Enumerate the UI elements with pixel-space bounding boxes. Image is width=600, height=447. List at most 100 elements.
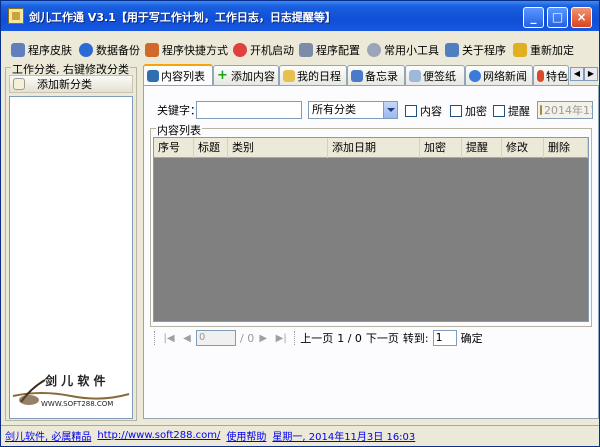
first-page-icon[interactable]: |◀ [160,333,178,344]
help-link[interactable]: 使用帮助 [226,428,266,443]
content-checkbox[interactable]: 内容 [405,103,442,119]
tab-scroll-left-icon[interactable]: ◀ [570,67,584,81]
keyword-input[interactable] [196,101,302,119]
next-page-link[interactable]: 下一页 [366,330,399,346]
next-page-icon[interactable]: ▶ [254,333,272,344]
reload-label: 重新加定 [530,44,574,57]
date-picker[interactable]: 2014年11 [537,101,593,119]
category-select[interactable]: 所有分类 [308,101,398,119]
tab-featured[interactable]: 特色 [533,65,569,85]
tab-net-news[interactable]: 网络新闻 [465,65,533,85]
tab-featured-label: 特色 [546,69,568,83]
category-select-value: 所有分类 [312,103,356,116]
star-icon [537,69,544,82]
content-grid[interactable]: 序号 标题 类别 添加日期 加密 提醒 修改 删除 [153,137,589,322]
config-button[interactable]: 程序配置 [299,39,360,61]
tab-net-news-label: 网络新闻 [483,69,527,83]
content-checkbox-label: 内容 [420,105,442,118]
calendar-small-icon [540,105,542,115]
tab-bar: 内容列表 + 添加内容 我的日程 备忘录 便签纸 网络新闻 特色 ◀ ▶ [143,64,599,86]
date-picker-value: 2014年11 [544,104,593,117]
slogan-link[interactable]: 剑儿软件, 必属精品 [5,428,91,443]
add-category-button[interactable]: 添加新分类 [9,75,133,93]
tab-sticky-note-label: 便签纸 [423,69,456,83]
tab-add-content[interactable]: + 添加内容 [213,65,279,85]
col-delete[interactable]: 删除 [544,138,588,158]
chevron-down-icon[interactable] [383,102,397,118]
content-checkbox-box[interactable] [405,105,417,117]
col-title[interactable]: 标题 [194,138,228,158]
shortcut-icon [145,43,159,57]
key-icon [513,43,527,57]
status-bar: 剑儿软件, 必属精品 http://www.soft288.com/ 使用帮助 … [1,425,599,445]
bulb-icon [367,43,381,57]
tab-scroll-right-icon[interactable]: ▶ [584,67,598,81]
website-link[interactable]: http://www.soft288.com/ [97,430,220,441]
encrypt-checkbox-box[interactable] [450,105,462,117]
grid-header: 序号 标题 类别 添加日期 加密 提醒 修改 删除 [154,138,588,158]
reload-button[interactable]: 重新加定 [513,39,574,61]
confirm-button[interactable]: 确定 [461,330,483,346]
minimize-button[interactable]: _ [523,7,544,28]
brand-logo: 剑 儿 软 件 WWW.SOFT288.COM [11,366,131,414]
pager: |◀ ◀ 0 / 0 ▶ ▶| 上一页 1 / 0 下一页 转到: 1 确定 [150,328,592,348]
tools-label: 常用小工具 [384,44,439,57]
datetime-display: 星期一, 2014年11月3日 16:03 [272,432,416,443]
autostart-label: 开机启动 [250,44,294,57]
col-encrypt[interactable]: 加密 [420,138,462,158]
backup-button[interactable]: 数据备份 [79,39,140,61]
title-bar[interactable]: 剑儿工作通 V3.1【用于写工作计划，工作日志，日志提醒等】 _ □ × [1,1,599,31]
pager-separator [294,331,296,345]
config-label: 程序配置 [316,44,360,57]
notebook-icon [13,78,25,90]
col-edit[interactable]: 修改 [502,138,544,158]
remind-checkbox-box[interactable] [493,105,505,117]
encrypt-checkbox-label: 加密 [465,105,487,118]
about-button[interactable]: 关于程序 [445,39,506,61]
tab-sticky-note[interactable]: 便签纸 [405,65,465,85]
page-total: / 0 [240,331,255,345]
shortcut-button[interactable]: 程序快捷方式 [145,39,228,61]
col-index[interactable]: 序号 [154,138,194,158]
shortcut-label: 程序快捷方式 [162,44,228,57]
tab-content-list[interactable]: 内容列表 [143,64,213,86]
tab-my-schedule[interactable]: 我的日程 [279,65,347,85]
plus-icon: + [217,68,228,83]
tab-memo[interactable]: 备忘录 [347,65,405,85]
window-title: 剑儿工作通 V3.1【用于写工作计划，工作日志，日志提醒等】 [29,11,336,24]
maximize-button[interactable]: □ [547,7,568,28]
shirt-icon [11,43,25,57]
logo-url: WWW.SOFT288.COM [41,400,114,408]
page-number-input[interactable]: 0 [196,330,236,346]
col-category[interactable]: 类别 [228,138,328,158]
tab-my-schedule-label: 我的日程 [297,69,341,83]
pager-grip [154,331,156,345]
encrypt-checkbox[interactable]: 加密 [450,103,487,119]
close-button[interactable]: × [571,7,592,28]
prev-page-link[interactable]: 上一页 [300,330,333,346]
lifebuoy-icon [233,43,247,57]
book-icon [147,70,159,82]
last-page-icon[interactable]: ▶| [272,333,290,344]
prev-page-icon[interactable]: ◀ [178,333,196,344]
goto-input[interactable]: 1 [432,330,457,346]
main-toolbar: 程序皮肤 数据备份 程序快捷方式 开机启动 程序配置 常用小工具 关于程序 重新… [1,39,599,61]
logo-title: 剑 儿 软 件 [45,374,106,388]
tools-button[interactable]: 常用小工具 [367,39,439,61]
keyword-label: 关键字： [157,104,201,117]
tab-content-list-label: 内容列表 [161,70,205,83]
col-add-date[interactable]: 添加日期 [328,138,420,158]
content-list-title: 内容列表 [156,122,202,138]
autostart-button[interactable]: 开机启动 [233,39,294,61]
calendar-icon [283,69,295,82]
col-remind[interactable]: 提醒 [462,138,502,158]
skin-button[interactable]: 程序皮肤 [11,39,72,61]
about-label: 关于程序 [462,44,506,57]
add-category-label: 添加新分类 [37,78,92,91]
remind-checkbox-label: 提醒 [508,105,530,118]
tab-memo-label: 备忘录 [365,69,398,83]
skin-label: 程序皮肤 [28,44,72,57]
remind-checkbox[interactable]: 提醒 [493,103,530,119]
backup-icon [79,43,93,57]
goto-label: 转到: [402,332,429,345]
